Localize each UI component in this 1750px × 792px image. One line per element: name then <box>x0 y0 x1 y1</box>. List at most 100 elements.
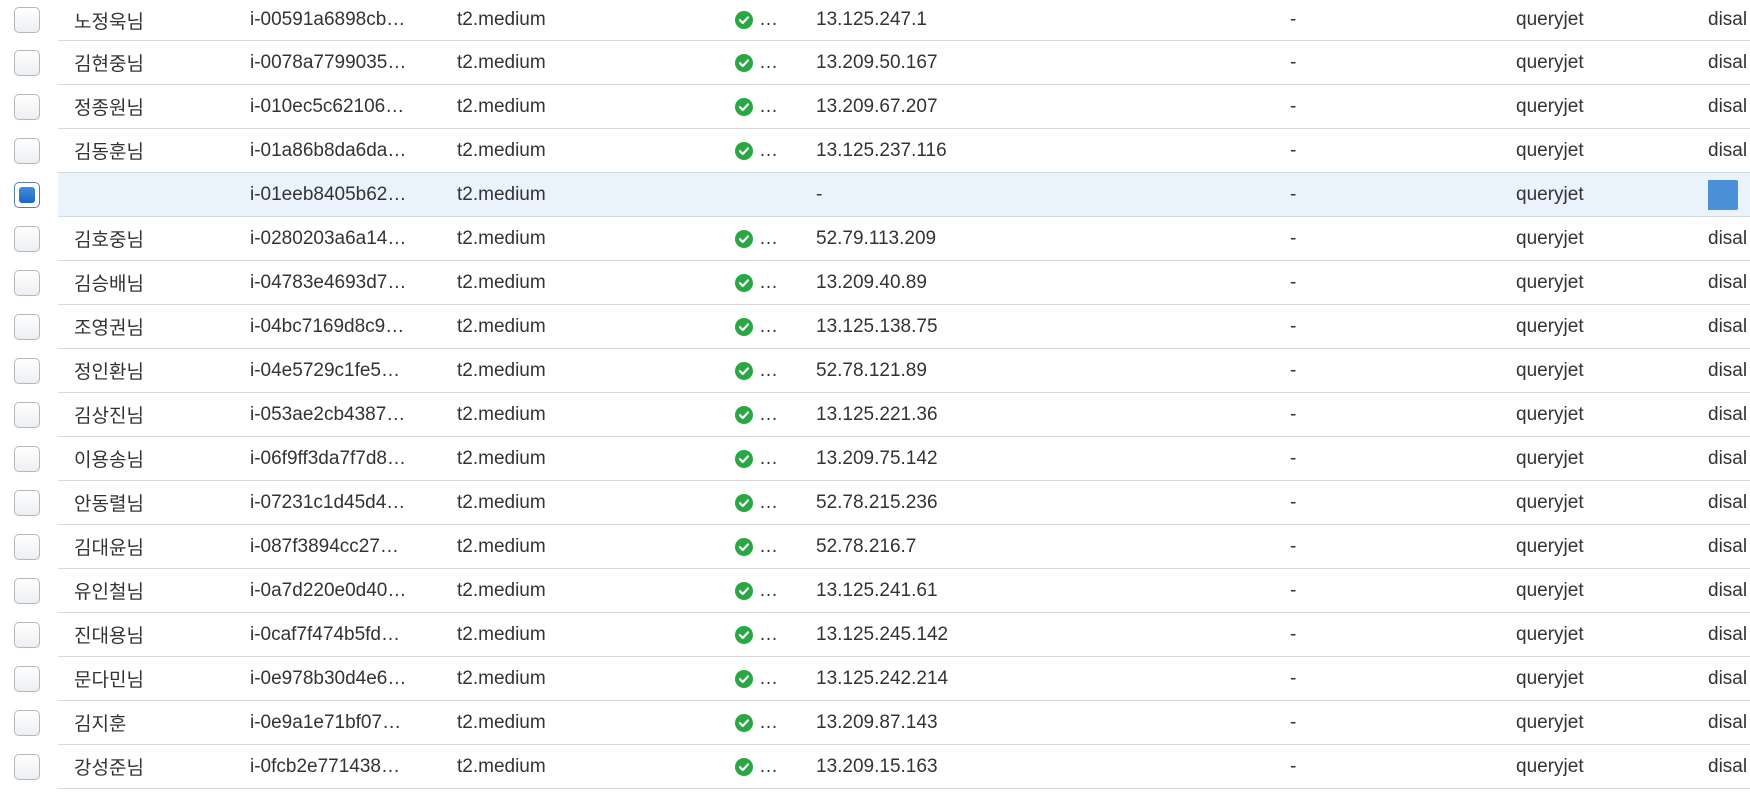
table-row[interactable]: 정종원님 i-010ec5c62106… t2.medium … 13.209.67.2… <box>0 85 1750 129</box>
row-select-cell <box>12 437 42 480</box>
row-select-checkbox[interactable] <box>14 401 40 428</box>
public-ip: 13.125.242.214 <box>816 667 949 689</box>
key-name: queryjet <box>1516 227 1584 249</box>
table-row[interactable]: 조영권님 i-04bc7169d8c9… t2.medium … 13.125.138.… <box>0 305 1750 349</box>
public-ip: 13.209.50.167 <box>816 51 938 73</box>
public-ip: 13.209.67.207 <box>816 95 938 117</box>
status-check-cell: … <box>735 481 795 524</box>
table-row[interactable]: 김호중님 i-0280203a6a14… t2.medium … 52.79.113.2… <box>0 217 1750 261</box>
ipv6-ip: - <box>1290 711 1297 733</box>
status-check-text: … <box>759 403 779 425</box>
row-select-checkbox[interactable] <box>14 753 40 780</box>
row-select-checkbox[interactable] <box>14 489 40 516</box>
instance-id-cell: i-0a7d220e0d40… <box>250 569 426 612</box>
table-row[interactable]: 안동렬님 i-07231c1d45d4… t2.medium … 52.78.215.2… <box>0 481 1750 525</box>
row-select-checkbox[interactable] <box>14 269 40 296</box>
instance-name: 정인환님 <box>74 362 144 383</box>
check-circle-icon <box>735 449 753 468</box>
instance-id-cell: i-053ae2cb4387… <box>250 393 426 436</box>
row-select-checkbox[interactable] <box>14 709 40 736</box>
instance-id-cell: i-010ec5c62106… <box>250 85 426 128</box>
instance-id-link[interactable]: i-0caf7f474b5fd… <box>250 624 426 646</box>
key-name: queryjet <box>1516 359 1584 381</box>
instance-id-link[interactable]: i-04783e4693d7… <box>250 272 426 294</box>
instance-id-cell: i-0e9a1e71bf07… <box>250 701 426 744</box>
table-row[interactable]: 정인환님 i-04e5729c1fe5… t2.medium … 52.78.121.8… <box>0 349 1750 393</box>
status-check-text: … <box>759 755 779 777</box>
row-select-checkbox[interactable] <box>14 665 40 692</box>
table-row[interactable]: 강성준님 i-0fcb2e771438… t2.medium … 13.209.15.1… <box>0 745 1750 789</box>
monitoring-text: disal <box>1708 491 1748 513</box>
row-select-checkbox[interactable] <box>14 577 40 604</box>
row-select-checkbox[interactable] <box>14 93 40 120</box>
table-row[interactable]: 김동훈님 i-01a86b8da6da… t2.medium … 13.125.237.… <box>0 129 1750 173</box>
row-select-cell <box>12 481 42 524</box>
instance-id-link[interactable]: i-087f3894cc27… <box>250 536 426 558</box>
key-name: queryjet <box>1516 579 1584 601</box>
instance-name: 강성준님 <box>74 758 144 779</box>
instance-type: t2.medium <box>457 711 546 733</box>
instance-id-link[interactable]: i-01eeb8405b62… <box>250 184 426 206</box>
row-select-checkbox[interactable] <box>14 357 40 384</box>
row-select-checkbox[interactable] <box>14 225 40 252</box>
monitoring-cell: disal <box>1708 657 1750 700</box>
instance-name: 노정욱님 <box>74 11 144 33</box>
instance-id-link[interactable]: i-0e978b30d4e6… <box>250 668 426 690</box>
row-select-checkbox[interactable] <box>14 621 40 648</box>
monitoring-cell: disal <box>1708 701 1750 744</box>
row-select-cell <box>12 305 42 348</box>
status-check-cell: … <box>735 745 795 788</box>
monitoring-cell: disal <box>1708 129 1750 172</box>
key-name: queryjet <box>1516 491 1584 513</box>
status-check-text: … <box>759 359 779 381</box>
instance-id-link[interactable]: i-06f9ff3da7f7d8… <box>250 448 426 470</box>
monitoring-indicator[interactable] <box>1708 179 1738 210</box>
instance-name: 진대용님 <box>74 626 144 647</box>
row-select-checkbox[interactable] <box>14 137 40 164</box>
instance-name: 안동렬님 <box>74 494 144 515</box>
table-row[interactable]: 노정욱님 i-00591a6898cb… t2.medium … 13.125.247.… <box>0 0 1750 41</box>
check-circle-icon <box>735 625 753 644</box>
row-select-checkbox[interactable] <box>14 313 40 340</box>
table-row[interactable]: 김대윤님 i-087f3894cc27… t2.medium … 52.78.216.7… <box>0 525 1750 569</box>
monitoring-text: disal <box>1708 95 1748 117</box>
instance-id-link[interactable]: i-04e5729c1fe5… <box>250 360 426 382</box>
instance-id-link[interactable]: i-0280203a6a14… <box>250 228 426 250</box>
monitoring-text: disal <box>1708 9 1748 30</box>
instance-id-link[interactable]: i-053ae2cb4387… <box>250 404 426 426</box>
table-row[interactable]: 유인철님 i-0a7d220e0d40… t2.medium … 13.125.241.… <box>0 569 1750 613</box>
table-row[interactable]: 이용송님 i-06f9ff3da7f7d8… t2.medium … 13.209.75… <box>0 437 1750 481</box>
instance-id-link[interactable]: i-07231c1d45d4… <box>250 492 426 514</box>
row-select-checkbox[interactable] <box>14 445 40 472</box>
monitoring-text: disal <box>1708 139 1748 161</box>
instance-id-link[interactable]: i-010ec5c62106… <box>250 96 426 118</box>
row-select-checkbox[interactable] <box>14 533 40 560</box>
table-row[interactable]: 김현중님 i-0078a7799035… t2.medium … 13.209.50.1… <box>0 41 1750 85</box>
table-row[interactable]: 김지훈 i-0e9a1e71bf07… t2.medium … 13.209.87.14… <box>0 701 1750 745</box>
table-row[interactable]: 진대용님 i-0caf7f474b5fd… t2.medium … 13.125.245… <box>0 613 1750 657</box>
instance-id-link[interactable]: i-0fcb2e771438… <box>250 756 426 778</box>
status-check-cell: … <box>735 305 795 348</box>
status-check-text: … <box>759 711 779 733</box>
instance-id-cell: i-04783e4693d7… <box>250 261 426 304</box>
instance-id-link[interactable]: i-00591a6898cb… <box>250 9 426 31</box>
instance-id-cell: i-00591a6898cb… <box>250 0 426 40</box>
table-row[interactable]: 문다민님 i-0e978b30d4e6… t2.medium … 13.125.242.… <box>0 657 1750 701</box>
row-select-checkbox[interactable] <box>14 49 40 76</box>
monitoring-cell: disal <box>1708 569 1750 612</box>
instance-id-link[interactable]: i-01a86b8da6da… <box>250 140 426 162</box>
instance-type: t2.medium <box>457 9 546 30</box>
instance-name: 유인철님 <box>74 582 144 603</box>
table-row[interactable]: 김상진님 i-053ae2cb4387… t2.medium … 13.125.221.… <box>0 393 1750 437</box>
table-row[interactable]: 김승배님 i-04783e4693d7… t2.medium … 13.209.40.8… <box>0 261 1750 305</box>
table-row[interactable]: i-01eeb8405b62… t2.medium - - queryjet <box>0 173 1750 217</box>
monitoring-text: disal <box>1708 359 1748 381</box>
instance-id-link[interactable]: i-0078a7799035… <box>250 52 426 74</box>
row-select-checkbox[interactable] <box>14 181 40 208</box>
instance-id-link[interactable]: i-0e9a1e71bf07… <box>250 712 426 734</box>
instance-id-link[interactable]: i-04bc7169d8c9… <box>250 316 426 338</box>
check-circle-icon <box>735 493 753 512</box>
instance-id-link[interactable]: i-0a7d220e0d40… <box>250 580 426 602</box>
row-select-checkbox[interactable] <box>14 7 40 33</box>
ipv6-ip: - <box>1290 447 1297 469</box>
